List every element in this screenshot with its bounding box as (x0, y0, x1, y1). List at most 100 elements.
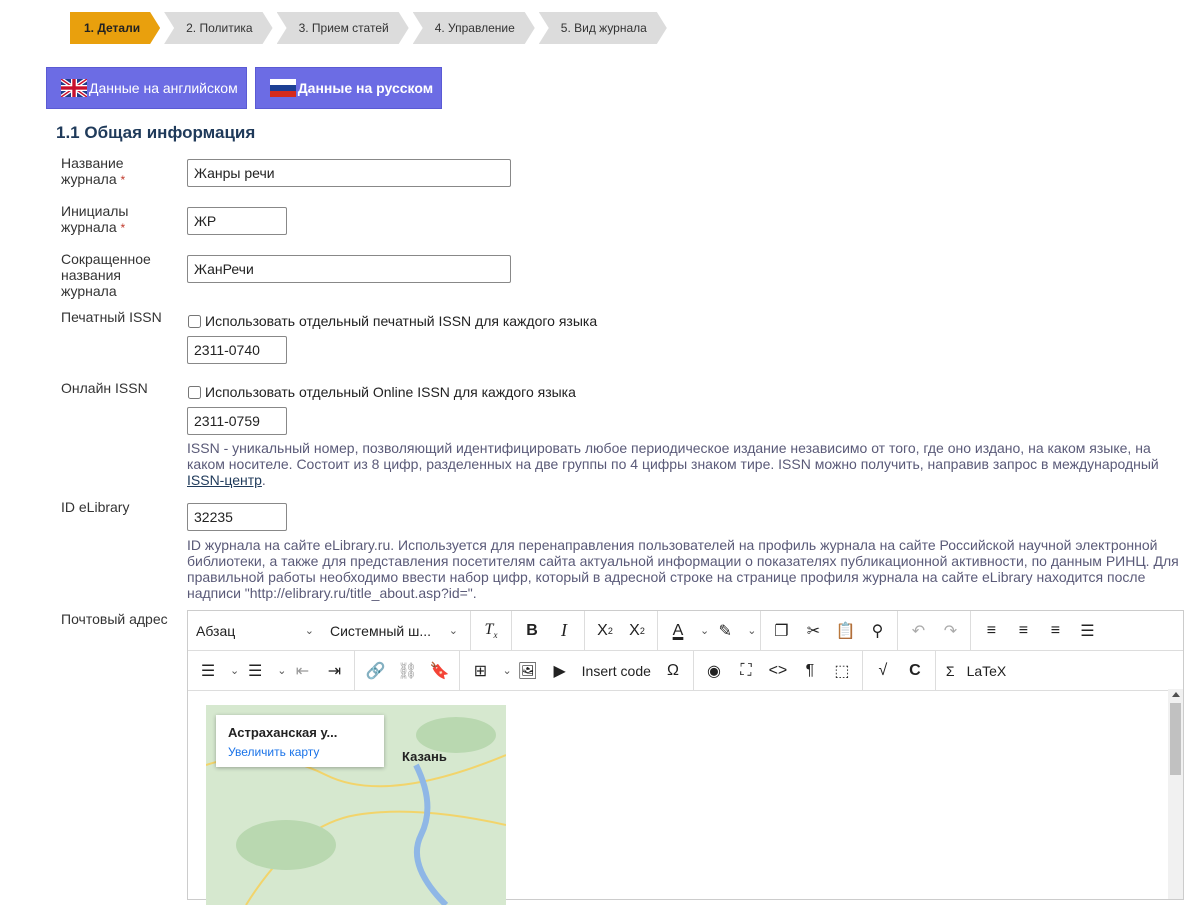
undo-icon[interactable]: ↶ (902, 615, 934, 647)
journal-initials-input[interactable] (187, 207, 287, 235)
editor-scrollbar[interactable] (1168, 689, 1183, 899)
bookmark-icon[interactable]: 🔖 (423, 655, 455, 687)
insert-code-button[interactable]: Insert code (576, 655, 657, 687)
search-icon[interactable]: ⚲ (861, 615, 893, 647)
image-icon[interactable]: 🖼 (512, 655, 544, 687)
font-family-label: Системный ш... (330, 622, 432, 639)
issn-help-text: ISSN - уникальный номер, позволяющий иде… (187, 440, 1182, 488)
issn-center-link[interactable]: ISSN-центр (187, 472, 262, 488)
step-details[interactable]: 1. Детали (70, 12, 160, 44)
journal-title-input[interactable] (187, 159, 511, 187)
font-family-dropdown[interactable]: Системный ш... ⌄ (322, 615, 466, 647)
chevron-down-icon[interactable]: ⌄ (700, 624, 709, 637)
required-mark: * (120, 173, 126, 187)
math-icon[interactable]: √ (867, 655, 899, 687)
align-justify-icon[interactable]: ☰ (1071, 615, 1103, 647)
postal-address-label: Почтовый адрес (61, 611, 168, 627)
show-blocks-icon[interactable]: ⬚ (826, 655, 858, 687)
elibrary-help-text: ID журнала на сайте eLibrary.ru. Использ… (187, 537, 1179, 601)
paragraph-format-label: Абзац (196, 622, 236, 639)
step-policy[interactable]: 2. Политика (164, 12, 272, 44)
online-issn-label: Онлайн ISSN (61, 380, 148, 396)
step-appearance[interactable]: 5. Вид журнала (539, 12, 667, 44)
clear-formatting-icon[interactable]: Tx (475, 615, 507, 647)
chevron-down-icon[interactable]: ⌄ (230, 664, 239, 677)
font-color-icon[interactable]: A (662, 615, 694, 647)
language-tabs: Данные на английском Данные на русском (46, 67, 450, 109)
superscript-icon[interactable]: X2 (621, 615, 653, 647)
align-center-icon[interactable]: ≡ (1007, 615, 1039, 647)
online-issn-input[interactable] (187, 407, 287, 435)
step-submissions[interactable]: 3. Прием статей (277, 12, 409, 44)
embedded-map[interactable]: Астраханская у... Увеличить карту Казань (206, 705, 506, 905)
uk-flag-icon (61, 79, 87, 97)
highlight-color-icon[interactable]: ✎ (709, 615, 741, 647)
media-icon[interactable]: ▶ (544, 655, 576, 687)
cut-icon[interactable]: ✂ (797, 615, 829, 647)
label-line: журнала (61, 283, 117, 299)
numbered-list-icon[interactable]: ☰ (239, 655, 271, 687)
wizard-steps: 1. Детали 2. Политика 3. Прием статей 4.… (70, 12, 671, 44)
scroll-up-icon[interactable] (1172, 692, 1180, 697)
label-line: Сокращенное (61, 251, 151, 267)
checkbox[interactable] (188, 385, 201, 399)
journal-abbreviation-input[interactable] (187, 255, 511, 283)
tab-english-label: Данные на английском (89, 80, 238, 96)
journal-initials-label: Инициалы журнала * (61, 203, 176, 236)
chevron-down-icon: ⌄ (304, 625, 314, 637)
print-issn-per-language-checkbox[interactable]: Использовать отдельный печатный ISSN для… (187, 313, 597, 329)
tab-russian-data[interactable]: Данные на русском (254, 67, 443, 109)
help-text: ISSN - уникальный номер, позволяющий иде… (187, 440, 1159, 472)
copy-icon[interactable]: ❐ (765, 615, 797, 647)
editor-toolbar-row-2: ☰ ⌄ ☰ ⌄ ⇤ ⇥ 🔗 ⛓ 🔖 ⊞ ⌄ 🖼 ▶ Insert code Ω … (188, 651, 1183, 691)
chevron-down-icon: ⌄ (448, 625, 458, 637)
required-mark: * (120, 221, 126, 235)
tab-english-data[interactable]: Данные на английском (46, 67, 247, 109)
special-char-icon[interactable]: Ω (657, 655, 689, 687)
paragraph-mark-icon[interactable]: ¶ (794, 655, 826, 687)
checkbox-label: Использовать отдельный Online ISSN для к… (205, 384, 576, 400)
align-right-icon[interactable]: ≡ (1039, 615, 1071, 647)
enlarge-map-link[interactable]: Увеличить карту (228, 745, 372, 759)
journal-abbreviation-label: Сокращенное названия журнала (61, 251, 176, 299)
indent-icon[interactable]: ⇥ (318, 655, 350, 687)
unlink-icon[interactable]: ⛓ (391, 655, 423, 687)
step-management[interactable]: 4. Управление (413, 12, 535, 44)
sigma-icon[interactable]: Σ (940, 655, 961, 687)
align-left-icon[interactable]: ≡ (975, 615, 1007, 647)
online-issn-per-language-checkbox[interactable]: Использовать отдельный Online ISSN для к… (187, 384, 576, 400)
paste-icon[interactable]: 📋 (829, 615, 861, 647)
subscript-icon[interactable]: X2 (589, 615, 621, 647)
link-icon[interactable]: 🔗 (359, 655, 391, 687)
chemistry-icon[interactable]: C (899, 655, 931, 687)
latex-button[interactable]: LaTeX (961, 655, 1013, 687)
elibrary-id-input[interactable] (187, 503, 287, 531)
preview-icon[interactable]: ◉ (698, 655, 730, 687)
label-line: журнала (61, 171, 117, 187)
bullet-list-icon[interactable]: ☰ (192, 655, 224, 687)
scrollbar-thumb[interactable] (1170, 703, 1181, 775)
table-icon[interactable]: ⊞ (464, 655, 496, 687)
checkbox[interactable] (188, 314, 201, 328)
journal-title-label: Название журнала * (61, 155, 176, 188)
chevron-down-icon[interactable]: ⌄ (502, 664, 511, 677)
chevron-down-icon[interactable]: ⌄ (747, 624, 756, 637)
source-code-icon[interactable]: <> (762, 655, 794, 687)
fullscreen-icon[interactable]: ⛶ (730, 655, 762, 687)
editor-content[interactable]: Астраханская у... Увеличить карту Казань (188, 689, 1183, 905)
italic-icon[interactable]: I (548, 615, 580, 647)
bold-icon[interactable]: B (516, 615, 548, 647)
outdent-icon[interactable]: ⇤ (286, 655, 318, 687)
map-place-name: Астраханская у... (228, 725, 338, 740)
section-title: 1.1 Общая информация (56, 123, 256, 142)
help-text-end: . (261, 472, 266, 488)
label-line: Инициалы (61, 203, 129, 219)
paragraph-format-dropdown[interactable]: Абзац ⌄ (188, 615, 322, 647)
map-info-card: Астраханская у... Увеличить карту (216, 715, 384, 767)
print-issn-input[interactable] (187, 336, 287, 364)
russia-flag-icon (269, 79, 296, 97)
redo-icon[interactable]: ↷ (934, 615, 966, 647)
chevron-down-icon[interactable]: ⌄ (277, 664, 286, 677)
rich-text-editor: Абзац ⌄ Системный ш... ⌄ Tx B I X2 X2 A … (187, 610, 1184, 905)
map-city-label: Казань (402, 749, 447, 764)
